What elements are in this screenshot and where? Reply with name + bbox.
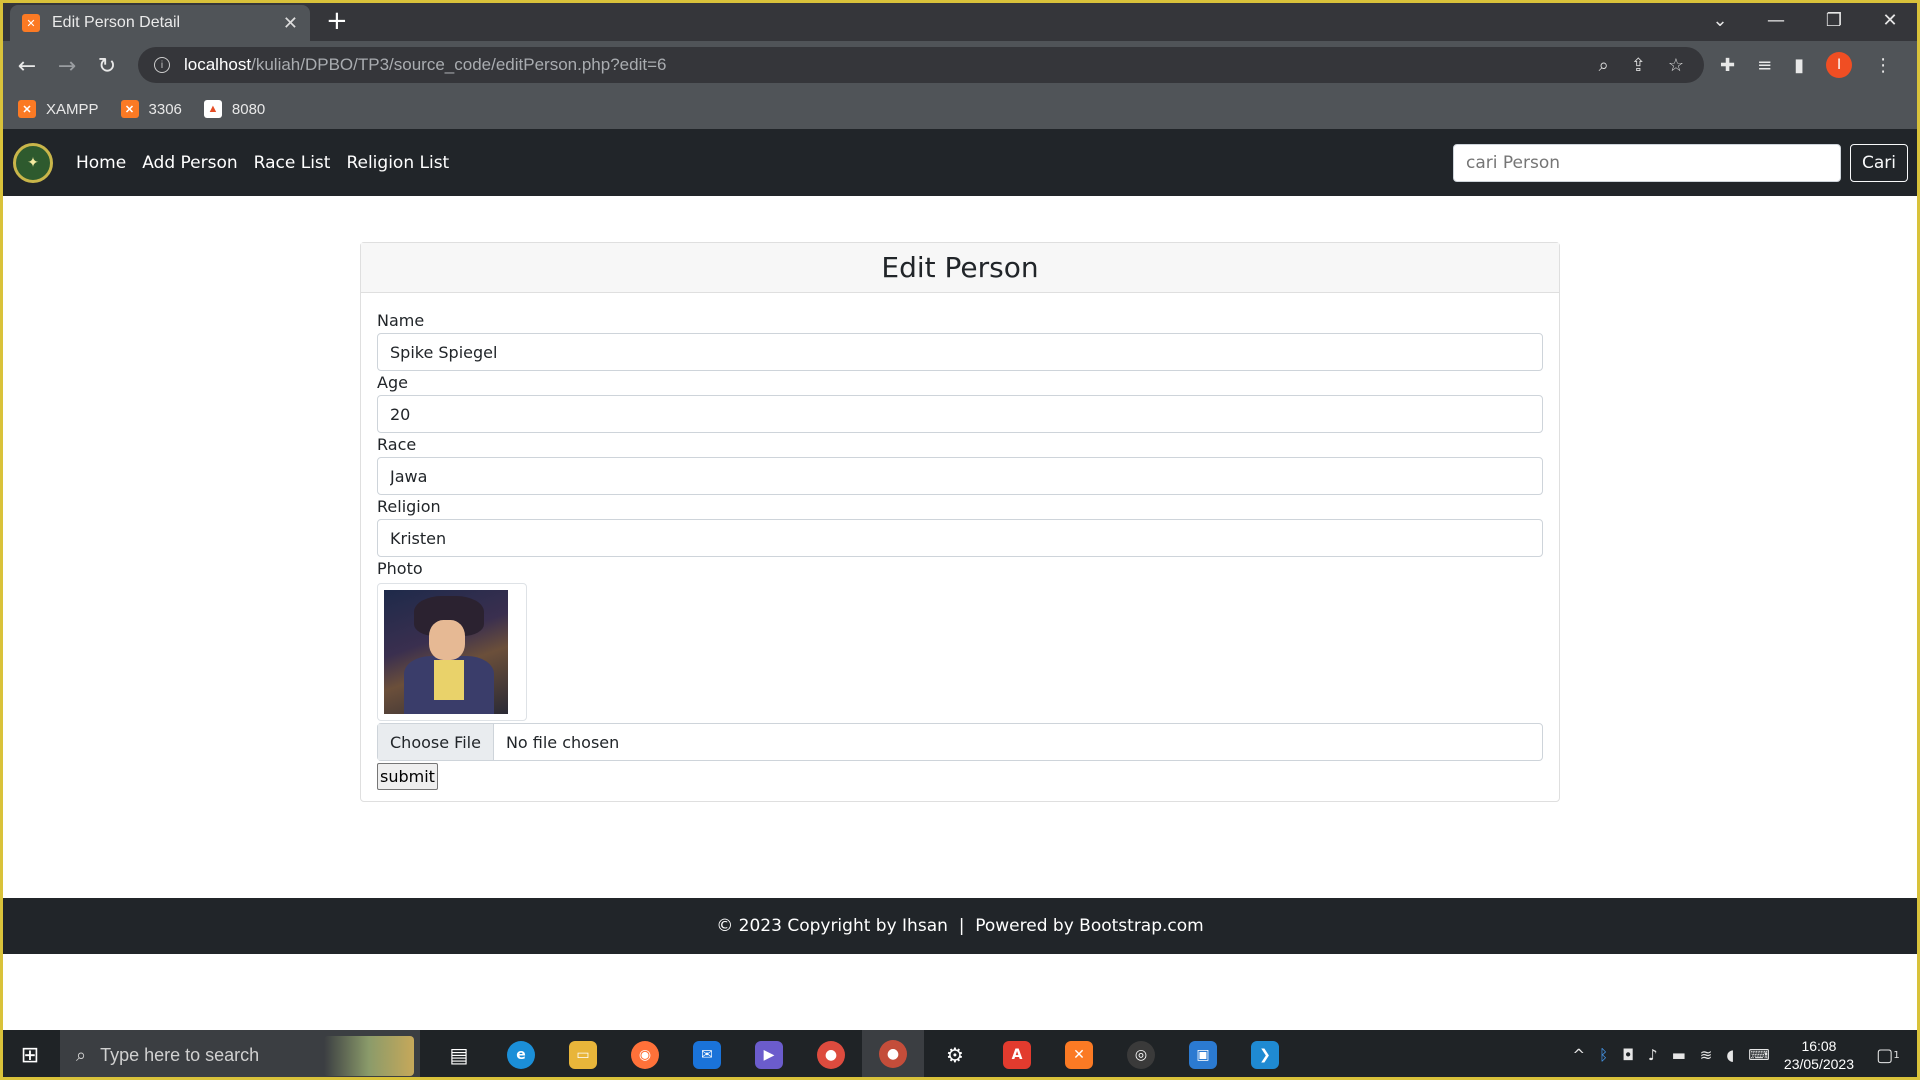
minimize-button[interactable]: — [1748,0,1804,40]
xampp-icon: ✕ [18,100,36,118]
close-tab-icon[interactable]: ✕ [283,13,298,34]
settings-icon[interactable]: ⚙ [924,1030,986,1080]
bookmark-label: 3306 [148,100,182,118]
search-icon: ⌕ [76,1044,87,1065]
chrome-profile-icon[interactable]: ● [862,1030,924,1080]
bookmark-label: XAMPP [46,100,99,118]
wifi-icon[interactable]: ≋ [1700,1046,1713,1064]
vscode-icon[interactable]: ❯ [1234,1030,1296,1080]
clock[interactable]: 16:08 23/05/2023 [1784,1037,1854,1073]
search-button[interactable]: Cari [1850,144,1908,182]
nav-religion-list[interactable]: Religion List [346,153,449,173]
age-label: Age [377,373,408,392]
media-app-icon[interactable]: ▶ [738,1030,800,1080]
site-logo[interactable]: ✦ [13,143,53,183]
nav-home[interactable]: Home [76,153,126,173]
religion-label: Religion [377,497,441,516]
xampp-icon: ✕ [120,100,139,118]
microphone-icon[interactable]: ♪ [1648,1046,1658,1064]
new-tab-button[interactable]: + [326,6,348,36]
xampp-taskbar-icon[interactable]: ✕ [1048,1030,1110,1080]
nav-add-person[interactable]: Add Person [142,153,237,173]
browser-toolbar: ← → ↻ i localhost/kuliah/DPBO/TP3/source… [0,41,1920,89]
photo-label: Photo [377,559,423,578]
footer-text: © 2023 Copyright by Ihsan | Powered by B… [716,916,1204,936]
photo-image [384,590,508,714]
name-label: Name [377,311,425,330]
card-title: Edit Person [361,243,1559,293]
mail-icon[interactable]: ✉ [676,1030,738,1080]
taskbar-search[interactable]: ⌕ Type here to search [60,1030,420,1080]
file-explorer-icon[interactable]: ▭ [552,1030,614,1080]
browser-tabbar: ✕ Edit Person Detail ✕ + ⌄ — ❐ ✕ [0,0,1920,41]
bookmark-label: 8080 [231,100,266,118]
menu-icon[interactable]: ⋮ [1874,55,1892,76]
age-field[interactable] [377,395,1543,433]
xampp-icon: ✕ [22,14,40,32]
system-tray: ^ ᛒ ◘ ♪ ▬ ≋ ◖ ⌨ 16:08 23/05/2023 ▢ 1 [1573,1030,1920,1080]
submit-button[interactable]: submit [377,763,438,790]
browser-tab[interactable]: ✕ Edit Person Detail ✕ [10,5,310,41]
battery-icon[interactable]: ▬ [1672,1046,1686,1064]
site-footer: © 2023 Copyright by Ihsan | Powered by B… [3,898,1917,954]
taskbar-search-placeholder: Type here to search [100,1044,260,1065]
extension-area: ✚ ≡ ▮ I ⋮ [1720,41,1892,89]
windows-start-icon[interactable]: ⊞ [0,1030,60,1080]
clock-date: 23/05/2023 [1783,1056,1854,1072]
address-bar[interactable]: i localhost/kuliah/DPBO/TP3/source_code/… [138,47,1704,83]
search-highlight-image [324,1036,414,1076]
zoom-icon[interactable]: ⌕ [1599,55,1609,76]
acrobat-icon[interactable]: A [986,1030,1048,1080]
volume-icon[interactable]: ◖ [1726,1046,1734,1064]
tab-search-icon[interactable]: ⌄ [1692,0,1748,40]
bookmarks-bar: ✕ XAMPP ✕ 3306 ▲ 8080 [0,89,1920,129]
bluetooth-icon[interactable]: ᛒ [1599,1046,1608,1064]
notification-icon[interactable]: ▢ 1 [1868,1035,1908,1075]
url-host: localhost [184,55,252,74]
url-path: /kuliah/DPBO/TP3/source_code/editPerson.… [251,55,667,74]
media-control-icon[interactable]: ≡ [1757,55,1772,76]
clock-time: 16:08 [1801,1038,1837,1054]
site-navbar: ✦ Home Add Person Race List Religion Lis… [3,129,1917,196]
extensions-icon[interactable]: ✚ [1720,55,1735,76]
race-select[interactable] [377,457,1543,495]
chrome-icon[interactable]: ● [800,1030,862,1080]
windows-taskbar: ⊞ ⌕ Type here to search ▤ e ▭ ◉ ✉ ▶ ● ● … [0,1030,1920,1080]
file-status: No file chosen [505,732,620,752]
name-field[interactable] [377,333,1543,371]
religion-select[interactable] [377,519,1543,557]
edge-icon[interactable]: e [490,1030,552,1080]
profile-avatar[interactable]: I [1826,52,1853,78]
chevron-up-icon[interactable]: ^ [1573,1046,1586,1064]
tab-title: Edit Person Detail [52,14,181,31]
close-window-button[interactable]: ✕ [1862,0,1918,40]
person-photo [377,583,527,721]
bookmark-8080[interactable]: ▲ 8080 [203,100,266,118]
bookmark-star-icon[interactable]: ☆ [1668,55,1684,76]
info-icon[interactable]: i [154,57,170,73]
back-icon[interactable]: ← [12,51,42,81]
search-input[interactable] [1453,144,1841,182]
fire-icon: ▲ [203,100,222,118]
share-icon[interactable]: ⇪ [1631,55,1646,76]
bookmark-xampp[interactable]: ✕ XAMPP [18,100,99,118]
video-editor-icon[interactable]: ▣ [1172,1030,1234,1080]
side-panel-icon[interactable]: ▮ [1794,55,1804,76]
nav-race-list[interactable]: Race List [254,153,331,173]
notification-count: 1 [1893,1049,1900,1061]
choose-file-button[interactable]: Choose File [378,724,494,760]
file-input[interactable]: Choose File No file chosen [377,723,1543,761]
race-label: Race [377,435,417,454]
obs-icon[interactable]: ◎ [1110,1030,1172,1080]
reload-icon[interactable]: ↻ [92,51,122,81]
bookmark-3306[interactable]: ✕ 3306 [120,100,182,118]
keyboard-icon[interactable]: ⌨ [1748,1046,1770,1064]
restore-button[interactable]: ❐ [1806,0,1862,40]
task-view-icon[interactable]: ▤ [428,1030,490,1080]
forward-icon[interactable]: → [52,51,82,81]
edit-person-card: Edit Person Name Age Race Religion Photo… [360,242,1560,802]
camera-icon[interactable]: ◘ [1622,1046,1634,1064]
firefox-icon[interactable]: ◉ [614,1030,676,1080]
